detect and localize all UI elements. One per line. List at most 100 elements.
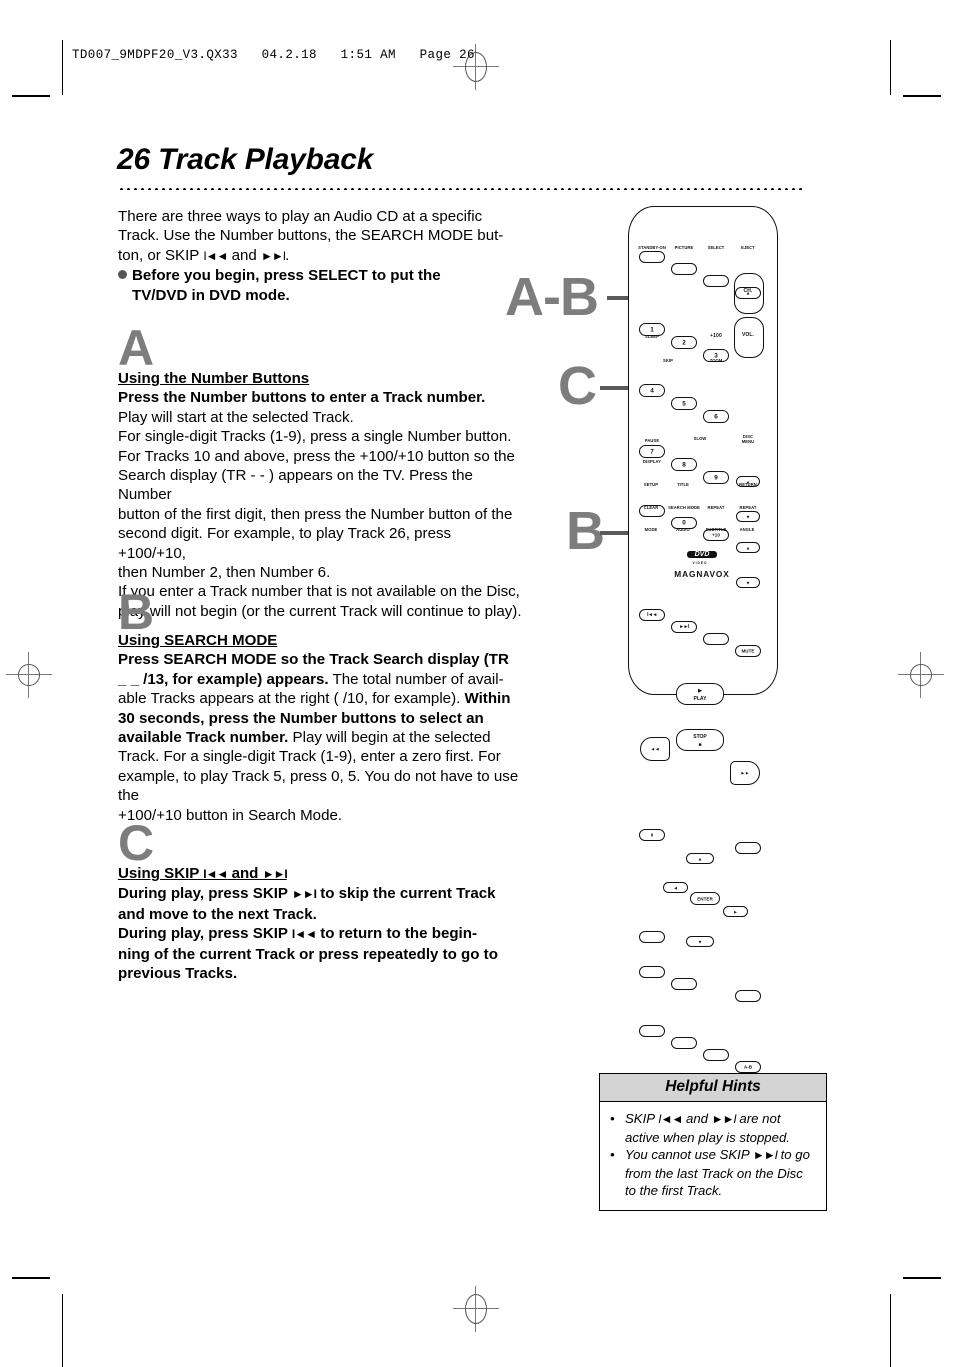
section-a-body-6: second digit. For example, to play Track… bbox=[118, 525, 452, 562]
remote-key-label: 4 bbox=[650, 387, 654, 394]
remote-key-label: PLAY bbox=[693, 696, 707, 702]
remote-button-nav-right[interactable]: ► bbox=[723, 906, 748, 917]
remote-button-return[interactable] bbox=[735, 990, 761, 1002]
section-b-tail-2: Track. For a single-digit Track (1-9), e… bbox=[118, 748, 501, 766]
section-b-bold-4-line: available Track number. Play will begin … bbox=[118, 728, 523, 747]
remote-button-enter[interactable]: ENTER bbox=[690, 892, 720, 905]
callout-a-b: A-B bbox=[505, 267, 599, 327]
chevron-right-icon: ► bbox=[733, 909, 738, 914]
chevron-down-icon: ▼ bbox=[697, 939, 703, 944]
section-b-tail-4: +100/+10 button in Search Mode. bbox=[118, 806, 343, 824]
crop-line-left-top bbox=[62, 40, 63, 95]
remote-label-disc-menu-2: MENU bbox=[741, 439, 755, 444]
intro-block: There are three ways to play an Audio CD… bbox=[118, 207, 523, 305]
crop-mark-left-top bbox=[12, 95, 50, 97]
helpful-hints-box: Helpful Hints SKIP I◄◄ and ►►I are not a… bbox=[599, 1073, 827, 1211]
remote-button-vol-up[interactable]: ▲ bbox=[736, 542, 760, 553]
skip-forward-icon: ►►I bbox=[752, 1148, 778, 1163]
remote-button-ch-down[interactable]: ▼ bbox=[736, 511, 760, 522]
remote-label-search-mode: SEARCH MODE bbox=[668, 505, 700, 510]
skip-back-icon: I◄◄ bbox=[647, 612, 657, 618]
remote-label-subtitle: SUBTITLE bbox=[705, 527, 727, 532]
remote-brand-logo: MAGNAVOX bbox=[674, 569, 730, 579]
remote-button-skip-forward[interactable]: ►►I bbox=[671, 621, 697, 633]
rewind-icon: ◄◄ bbox=[650, 746, 660, 752]
remote-button-setup[interactable] bbox=[639, 966, 665, 978]
remote-button-5[interactable]: 5 bbox=[671, 397, 697, 410]
print-slug: TD007_9MDPF20_V3.QX33 04.2.18 1:51 AM Pa… bbox=[72, 48, 475, 62]
remote-button-picture[interactable] bbox=[671, 263, 697, 275]
skip-forward-icon: ►►I bbox=[679, 624, 689, 630]
remote-button-play[interactable]: ▶ PLAY bbox=[676, 683, 724, 705]
remote-label-pause: PAUSE bbox=[644, 438, 660, 443]
remote-button-9[interactable]: 9 bbox=[703, 471, 729, 484]
crop-line-right-top bbox=[890, 40, 891, 95]
remote-button-select[interactable] bbox=[703, 275, 729, 287]
section-b-mid-2: able Tracks appears at the right ( /10, … bbox=[118, 690, 465, 708]
chevron-up-icon: ▲ bbox=[745, 545, 751, 550]
remote-button-7[interactable]: 7 bbox=[639, 445, 665, 458]
remote-key-label: +10 bbox=[712, 532, 720, 538]
skip-forward-icon: ►►I bbox=[260, 248, 286, 263]
section-a-body-5: button of the first digit, then press th… bbox=[118, 505, 513, 523]
remote-button-mute[interactable]: MUTE bbox=[735, 645, 761, 657]
section-c-line-1: During play, press SKIP ►►I to skip the … bbox=[118, 884, 523, 904]
remote-button-nav-left[interactable]: ◄ bbox=[663, 882, 688, 893]
remote-button-4[interactable]: 4 bbox=[639, 384, 665, 397]
remote-key-label: 9 bbox=[714, 474, 718, 481]
stop-icon: ■ bbox=[698, 742, 702, 748]
section-b-mid-2-line: able Tracks appears at the right ( /10, … bbox=[118, 689, 523, 708]
remote-button-nav-up[interactable]: ▲ bbox=[686, 853, 714, 864]
remote-button-2[interactable]: 2 bbox=[671, 336, 697, 349]
remote-button-disc-menu[interactable] bbox=[735, 842, 761, 854]
remote-button-fast-forward[interactable]: ►► bbox=[730, 761, 760, 785]
page-title: 26 Track Playback bbox=[117, 143, 374, 176]
hint-item-2: You cannot use SKIP ►►I to go from the l… bbox=[610, 1146, 817, 1200]
callout-c: C bbox=[558, 356, 597, 416]
section-b-heading: Using SEARCH MODE bbox=[118, 632, 278, 649]
remote-button-skip-back[interactable]: I◄◄ bbox=[639, 609, 665, 621]
remote-button-rewind[interactable]: ◄◄ bbox=[640, 737, 670, 761]
section-c-heading: Using SKIP I◄◄ and ►►I bbox=[118, 864, 523, 884]
helpful-hints-title: Helpful Hints bbox=[600, 1074, 826, 1102]
crop-mark-right-top bbox=[903, 95, 941, 97]
intro-bullet-line-1: Before you begin, press SELECT to put th… bbox=[118, 266, 523, 285]
section-b-bold-3: 30 seconds, press the Number buttons to … bbox=[118, 709, 484, 727]
remote-label-repeat-ab: REPEAT bbox=[739, 505, 757, 510]
remote-button-standby-on[interactable] bbox=[639, 251, 665, 263]
section-b-lead-1: Press SEARCH MODE so the Track Search di… bbox=[118, 651, 509, 669]
remote-button-zoom[interactable] bbox=[703, 633, 729, 645]
remote-button-stop[interactable]: STOP ■ bbox=[676, 729, 724, 751]
intro-line-3-a: ton, or SKIP bbox=[118, 246, 204, 264]
intro-line-2: Track. Use the Number buttons, the SEARC… bbox=[118, 227, 504, 245]
remote-button-pause[interactable]: II bbox=[639, 829, 665, 841]
remote-button-clear[interactable] bbox=[639, 1025, 665, 1037]
fast-forward-icon: ►► bbox=[740, 770, 750, 776]
section-b-mid-1: The total number of avail- bbox=[328, 670, 504, 688]
remote-label-audio: AUDIO bbox=[676, 527, 690, 532]
hint-item-1: SKIP I◄◄ and ►►I are not active when pla… bbox=[610, 1110, 817, 1146]
remote-button-6[interactable]: 6 bbox=[703, 410, 729, 423]
remote-button-title[interactable] bbox=[671, 978, 697, 990]
remote-button-search-mode[interactable] bbox=[671, 1037, 697, 1049]
remote-label-standby-on: STANDBY-ON bbox=[638, 245, 666, 250]
skip-forward-icon: ►►I bbox=[711, 1112, 737, 1126]
remote-button-nav-down[interactable]: ▼ bbox=[686, 936, 714, 947]
remote-label-plus100: +100 bbox=[710, 333, 722, 339]
section-b-tail-1: Play will begin at the selected bbox=[288, 729, 491, 747]
section-b-bold-2: Within bbox=[464, 690, 511, 708]
section-a-body-2: For single-digit Tracks (1-9), press a s… bbox=[118, 428, 512, 446]
remote-button-8[interactable]: 8 bbox=[671, 458, 697, 471]
remote-label-select: SELECT bbox=[707, 245, 725, 250]
intro-line-3-c: and bbox=[227, 246, 261, 264]
play-icon: ▶ bbox=[698, 688, 702, 694]
remote-key-label: 6 bbox=[714, 413, 718, 420]
remote-label-clear: CLEAR bbox=[643, 505, 659, 510]
remote-button-repeat[interactable] bbox=[703, 1049, 729, 1061]
remote-button-display[interactable] bbox=[639, 931, 665, 943]
remote-key-label: 5 bbox=[682, 400, 686, 407]
crop-mark-left-bottom bbox=[12, 1277, 50, 1279]
remote-button-repeat-ab[interactable]: A-B bbox=[735, 1061, 761, 1073]
hint-1-c: and bbox=[682, 1111, 712, 1126]
chevron-up-icon: ▲ bbox=[697, 856, 703, 861]
